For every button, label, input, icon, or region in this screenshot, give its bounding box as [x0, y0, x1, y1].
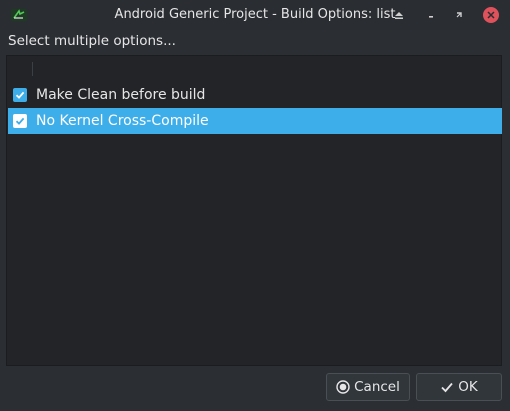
list-item-make-clean[interactable]: Make Clean before build	[8, 82, 502, 108]
shade-icon[interactable]	[390, 6, 408, 24]
ok-label: OK	[458, 379, 478, 395]
cancel-button[interactable]: Cancel	[326, 373, 410, 401]
maximize-icon[interactable]	[450, 6, 468, 24]
list-item-no-kernel-cross-compile[interactable]: No Kernel Cross-Compile	[8, 108, 502, 134]
list-header	[7, 56, 501, 80]
dialog-window: Android Generic Project - Build Options:…	[0, 0, 510, 411]
cancel-icon	[336, 380, 350, 394]
minimize-icon[interactable]	[422, 6, 440, 24]
options-list[interactable]: Make Clean before build No Kernel Cross-…	[6, 55, 502, 366]
no-kernel-checkbox[interactable]	[13, 114, 27, 128]
header-divider	[32, 62, 33, 76]
close-icon[interactable]	[482, 6, 500, 24]
cancel-label: Cancel	[354, 379, 400, 395]
list-item-label: Make Clean before build	[36, 87, 206, 103]
prompt-text: Select multiple options...	[8, 33, 176, 49]
checkmark-icon	[440, 380, 454, 394]
list-item-label: No Kernel Cross-Compile	[36, 113, 209, 129]
ok-button[interactable]: OK	[416, 373, 502, 401]
title-bar[interactable]: Android Generic Project - Build Options:…	[0, 0, 510, 30]
make-clean-checkbox[interactable]	[13, 88, 27, 102]
